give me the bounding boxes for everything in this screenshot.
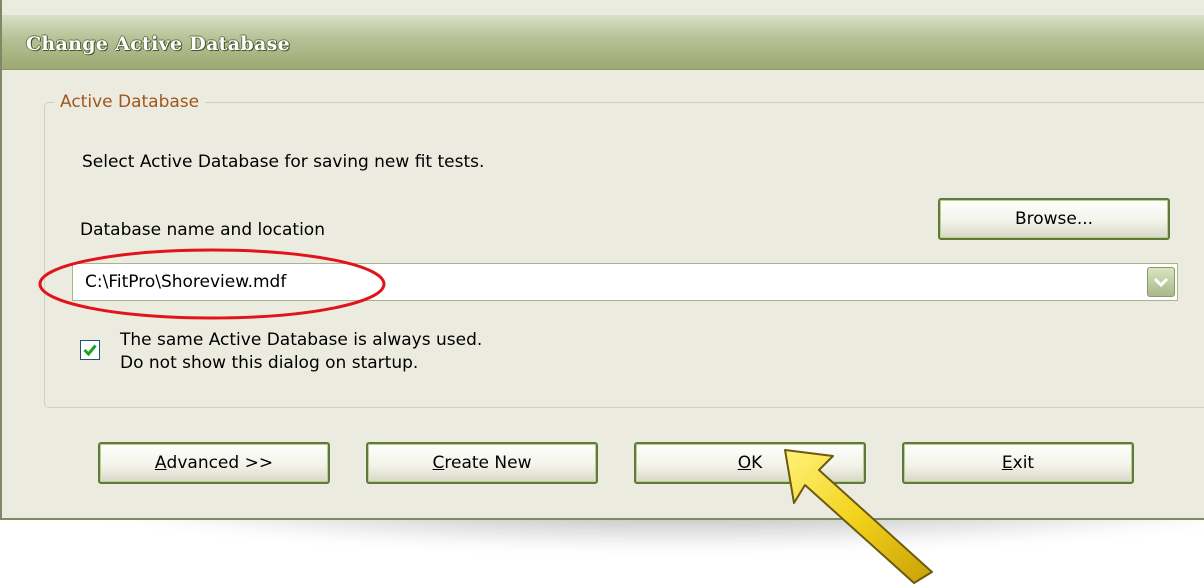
exit-button-label: Exit (1002, 445, 1034, 481)
exit-button[interactable]: Exit (902, 442, 1134, 484)
browse-button-label: Browse... (1014, 209, 1094, 229)
checkmark-icon (83, 344, 97, 357)
create-mnemonic: C (432, 453, 445, 473)
change-active-database-dialog: Change Active Database Active Database S… (0, 0, 1204, 520)
browse-button[interactable]: Browse... (938, 198, 1170, 240)
description-text: Select Active Database for saving new fi… (82, 152, 485, 172)
database-path-combobox[interactable]: C:\FitPro\Shoreview.mdf (72, 263, 1178, 301)
ok-label-rest: K (751, 453, 763, 473)
exit-label-rest: xit (1012, 453, 1035, 473)
advanced-button-label: Advanced >> (155, 445, 273, 481)
advanced-label-rest: dvanced >> (166, 453, 274, 473)
groupbox-legend: Active Database (54, 92, 206, 112)
title-bar: Change Active Database (2, 14, 1204, 70)
chevron-down-icon (1153, 277, 1169, 288)
always-used-line1: The same Active Database is always used. (120, 330, 483, 350)
ok-mnemonic: O (737, 453, 752, 473)
database-path-value: C:\FitPro\Shoreview.mdf (85, 272, 287, 292)
dialog-title: Change Active Database (26, 33, 290, 55)
advanced-mnemonic: A (154, 453, 167, 473)
ok-button[interactable]: OK (634, 442, 866, 484)
always-used-checkbox[interactable] (80, 340, 100, 360)
always-used-line2: Do not show this dialog on startup. (120, 353, 419, 373)
create-new-button-label: Create New (433, 445, 532, 481)
exit-mnemonic: E (1001, 453, 1013, 473)
create-label-rest: reate New (444, 453, 532, 473)
database-location-label: Database name and location (80, 220, 325, 240)
ok-button-label: OK (738, 445, 763, 481)
create-new-button[interactable]: Create New (366, 442, 598, 484)
advanced-button[interactable]: Advanced >> (98, 442, 330, 484)
combo-dropdown-button[interactable] (1147, 267, 1175, 297)
